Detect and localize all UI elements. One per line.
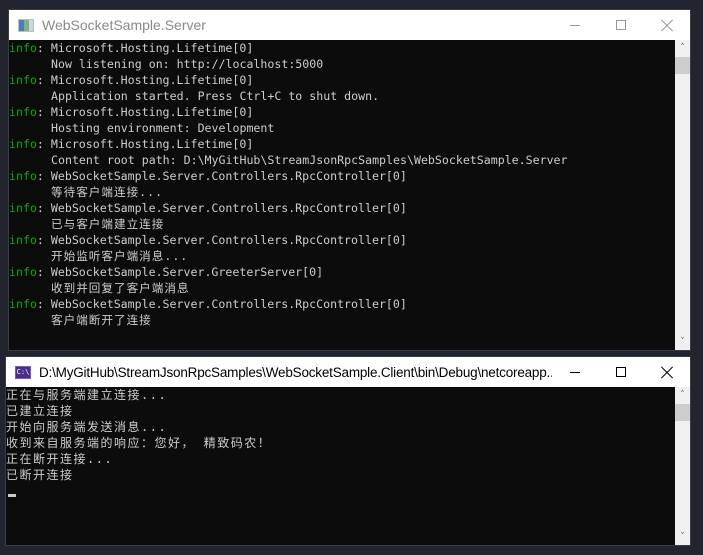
console-line: 已断开连接 — [6, 468, 74, 482]
text-cursor — [8, 494, 16, 497]
console-line: 正在断开连接... — [6, 452, 114, 466]
server-maximize-button[interactable] — [598, 10, 644, 40]
log-source: : Microsoft.Hosting.Lifetime[0] — [36, 73, 254, 87]
console-line: 正在与服务端建立连接... — [6, 388, 168, 402]
log-source: : WebSocketSample.Server.Controllers.Rpc… — [36, 297, 407, 311]
server-minimize-button[interactable] — [552, 10, 598, 40]
console-line: 收到来自服务端的响应：您好， 精致码农！ — [6, 436, 272, 450]
client-minimize-button[interactable] — [552, 357, 598, 387]
log-message: 已与客户端建立连接 — [51, 217, 165, 231]
log-source: : WebSocketSample.Server.Controllers.Rpc… — [36, 169, 407, 183]
server-window-title: WebSocketSample.Server — [42, 17, 206, 33]
server-console-output[interactable]: info: Microsoft.Hosting.Lifetime[0] Now l… — [9, 40, 675, 350]
log-level: info — [9, 169, 37, 183]
log-source: : Microsoft.Hosting.Lifetime[0] — [36, 105, 254, 119]
log-entry-header: info: WebSocketSample.Server.Controllers… — [9, 296, 675, 312]
scroll-down-icon[interactable]: ˅ — [675, 334, 690, 350]
log-level: info — [9, 105, 37, 119]
minimize-icon — [570, 24, 580, 26]
server-scrollbar[interactable]: ˄ ˅ — [675, 40, 690, 350]
maximize-icon — [616, 367, 626, 377]
log-source: : WebSocketSample.Server.Controllers.Rpc… — [36, 201, 407, 215]
log-entry-header: info: Microsoft.Hosting.Lifetime[0] — [9, 104, 675, 120]
log-entry-header: info: Microsoft.Hosting.Lifetime[0] — [9, 40, 675, 56]
client-console-window[interactable]: C:\ D:\MyGitHub\StreamJsonRpcSamples\Web… — [6, 357, 690, 545]
scroll-up-icon[interactable]: ˄ — [675, 40, 690, 56]
log-level: info — [9, 73, 37, 87]
log-source: : Microsoft.Hosting.Lifetime[0] — [36, 41, 254, 55]
console-line: 开始向服务端发送消息... — [6, 420, 168, 434]
log-level: info — [9, 297, 37, 311]
client-maximize-button[interactable] — [598, 357, 644, 387]
client-console-output[interactable]: 正在与服务端建立连接... 已建立连接开始向服务端发送消息... 收到来自服务端的响… — [6, 387, 675, 545]
log-level: info — [9, 41, 37, 55]
log-message: 收到并回复了客户端消息 — [51, 281, 190, 295]
log-entry-header: info: WebSocketSample.Server.GreeterServ… — [9, 264, 675, 280]
log-entry-header: info: Microsoft.Hosting.Lifetime[0] — [9, 72, 675, 88]
log-message: 客户端断开了连接 — [51, 313, 152, 327]
client-scrollbar[interactable]: ˄ ˅ — [675, 387, 690, 545]
cmd-icon: C:\ — [15, 365, 31, 379]
log-entry-header: info: WebSocketSample.Server.Controllers… — [9, 168, 675, 184]
client-close-button[interactable] — [644, 357, 690, 387]
log-message: Application started. Press Ctrl+C to shu… — [51, 89, 380, 103]
console-line: 已建立连接 — [6, 404, 74, 418]
server-close-button[interactable] — [644, 10, 690, 40]
server-console-window[interactable]: WebSocketSample.Server info: Microsoft.H… — [9, 10, 690, 350]
log-entry-header: info: Microsoft.Hosting.Lifetime[0] — [9, 136, 675, 152]
maximize-icon — [616, 20, 626, 30]
client-window-title: D:\MyGitHub\StreamJsonRpcSamples\WebSock… — [39, 364, 552, 380]
log-source: : WebSocketSample.Server.Controllers.Rpc… — [36, 233, 407, 247]
server-scrollbar-thumb[interactable] — [675, 57, 690, 74]
scroll-down-icon[interactable]: ˅ — [675, 529, 690, 545]
close-icon — [661, 19, 673, 31]
log-source: : WebSocketSample.Server.GreeterServer[0… — [36, 265, 324, 279]
log-message: Hosting environment: Development — [51, 121, 275, 135]
scroll-up-icon[interactable]: ˄ — [675, 387, 690, 403]
log-level: info — [9, 265, 37, 279]
log-message: 开始监听客户端消息... — [51, 249, 189, 263]
log-level: info — [9, 201, 37, 215]
log-level: info — [9, 137, 37, 151]
close-icon — [661, 366, 673, 378]
log-message: Content root path: D:\MyGitHub\StreamJso… — [51, 153, 568, 167]
log-message: 等待客户端连接... — [51, 185, 164, 199]
log-entry-header: info: WebSocketSample.Server.Controllers… — [9, 232, 675, 248]
client-scrollbar-thumb[interactable] — [675, 404, 690, 421]
minimize-icon — [570, 371, 580, 373]
client-titlebar[interactable]: C:\ D:\MyGitHub\StreamJsonRpcSamples\Web… — [6, 357, 690, 387]
log-entry-header: info: WebSocketSample.Server.Controllers… — [9, 200, 675, 216]
server-titlebar[interactable]: WebSocketSample.Server — [9, 10, 690, 40]
console-app-icon — [18, 18, 34, 32]
log-source: : Microsoft.Hosting.Lifetime[0] — [36, 137, 254, 151]
log-message: Now listening on: http://localhost:5000 — [51, 57, 324, 71]
log-level: info — [9, 233, 37, 247]
